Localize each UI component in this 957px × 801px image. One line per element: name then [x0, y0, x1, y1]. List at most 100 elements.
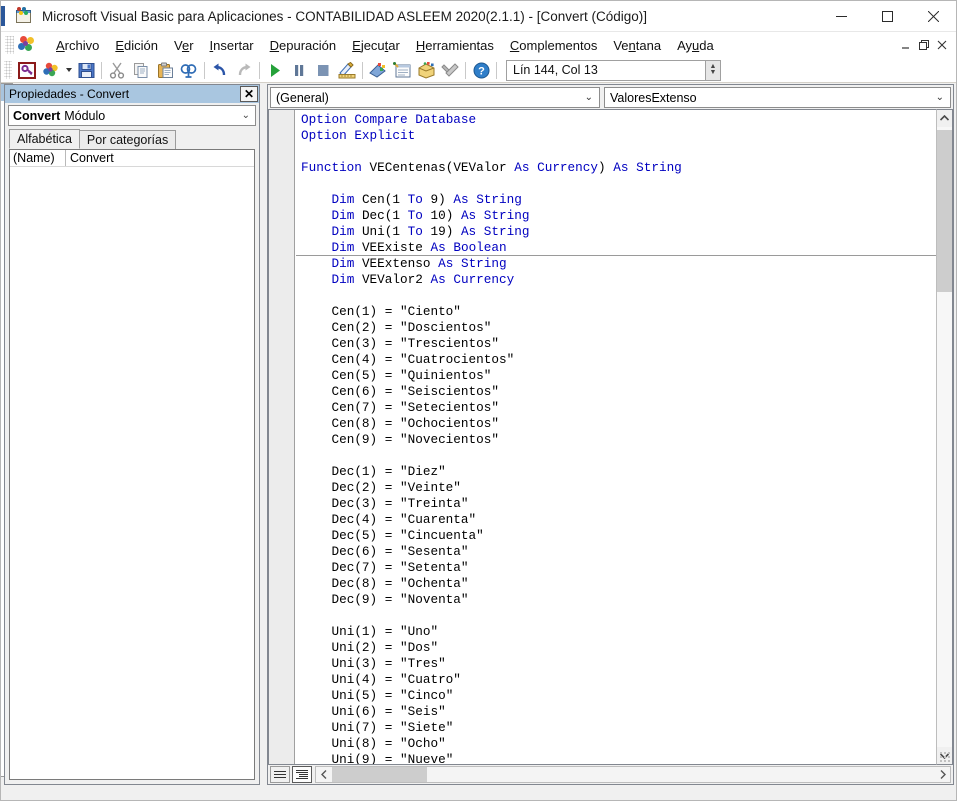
code-content[interactable]: Option Compare Database Option Explicit … — [301, 112, 936, 764]
object-combo[interactable]: (General) ⌄ — [270, 87, 600, 108]
code-keyword: As — [613, 160, 629, 175]
property-value[interactable]: Convert — [66, 150, 254, 166]
toolbox-icon[interactable] — [438, 59, 462, 81]
cut-icon[interactable] — [105, 59, 129, 81]
stop-icon[interactable] — [311, 59, 335, 81]
mdi-restore-button[interactable] — [916, 37, 932, 53]
menu-depuracion[interactable]: Depuración — [262, 35, 345, 56]
menu-archivo-rest: rchivo — [64, 37, 100, 53]
procedure-combo[interactable]: ValoresExtenso ⌄ — [604, 87, 951, 108]
properties-object-combo[interactable]: Convert Módulo ⌄ — [8, 105, 256, 126]
menu-ayuda[interactable]: Ayuda — [669, 35, 722, 56]
chevron-down-icon[interactable]: ⌄ — [936, 92, 944, 103]
code-keyword: As — [430, 272, 446, 287]
code-text-area[interactable]: Option Compare Database Option Explicit … — [268, 109, 936, 765]
code-window-combos: (General) ⌄ ValoresExtenso ⌄ — [268, 85, 953, 109]
position-spinner[interactable]: ▲ ▼ — [706, 59, 721, 81]
properties-window: Propiedades - Convert ✕ Convert Módulo ⌄… — [4, 84, 260, 785]
project-explorer-icon[interactable] — [366, 59, 390, 81]
code-horizontal-scrollbar[interactable] — [315, 766, 951, 783]
code-keyword: As — [460, 208, 477, 223]
code-keyword: Database — [415, 112, 477, 127]
close-icon[interactable]: ✕ — [240, 86, 258, 102]
menu-ver[interactable]: Ver — [166, 35, 202, 56]
window-controls — [818, 1, 956, 32]
menu-edicion-rest: dición — [124, 37, 158, 53]
mdi-close-button[interactable] — [934, 37, 950, 53]
code-keyword: Dim — [331, 224, 355, 239]
tab-alfabetica[interactable]: Alfabética — [9, 129, 80, 149]
table-row[interactable]: (Name) Convert — [10, 150, 254, 167]
horizontal-scroll-thumb[interactable] — [332, 767, 427, 782]
code-keyword: Dim — [331, 192, 355, 207]
properties-grid[interactable]: (Name) Convert — [9, 149, 255, 780]
vba-logo-icon — [16, 35, 38, 55]
code-keyword: As — [514, 160, 530, 175]
code-keyword: To — [407, 192, 423, 207]
code-keyword: To — [407, 208, 423, 223]
code-keyword: Dim — [331, 272, 355, 287]
menu-complementos[interactable]: Complementos — [502, 35, 605, 56]
chevron-down-icon[interactable]: ⌄ — [242, 110, 250, 121]
toolbar-separator-3 — [259, 61, 260, 79]
properties-titlebar[interactable]: Propiedades - Convert ✕ — [5, 85, 259, 103]
code-keyword: Currency — [453, 272, 515, 287]
vertical-scroll-track[interactable] — [937, 127, 952, 747]
procedure-view-icon[interactable] — [270, 766, 290, 783]
menu-herramientas[interactable]: Herramientas — [408, 35, 502, 56]
insert-object-dropdown-arrow[interactable] — [63, 59, 74, 81]
close-button[interactable] — [910, 1, 956, 32]
menu-ejecutar[interactable]: Ejecutar — [344, 35, 408, 56]
mdi-minimize-button[interactable] — [898, 37, 914, 53]
paste-icon[interactable] — [153, 59, 177, 81]
menu-archivo[interactable]: Archivo — [48, 35, 107, 56]
properties-title-text: Propiedades - Convert — [9, 87, 130, 101]
code-keyword: Option — [301, 128, 347, 143]
insert-object-icon[interactable] — [39, 59, 63, 81]
mdi-workspace: Propiedades - Convert ✕ Convert Módulo ⌄… — [1, 83, 956, 793]
window-title: Microsoft Visual Basic para Aplicaciones… — [42, 8, 647, 24]
menu-edicion[interactable]: Edición — [107, 35, 166, 56]
find-icon[interactable] — [177, 59, 201, 81]
save-icon[interactable] — [74, 59, 98, 81]
pause-icon[interactable] — [287, 59, 311, 81]
code-keyword: String — [476, 192, 522, 207]
code-keyword: As — [430, 240, 446, 255]
menubar-grip[interactable] — [5, 36, 14, 54]
code-vertical-scrollbar[interactable] — [936, 109, 953, 765]
redo-icon[interactable] — [232, 59, 256, 81]
menu-bar: Archivo Edición Ver Insertar Depuración … — [1, 32, 956, 58]
svg-text:?: ? — [478, 65, 485, 77]
help-icon[interactable]: ? — [469, 59, 493, 81]
menu-ejecutar-rest: jecu — [360, 37, 385, 53]
menu-depuracion-rest: epuración — [279, 37, 337, 53]
design-mode-icon[interactable] — [335, 59, 359, 81]
resize-grip[interactable] — [939, 751, 951, 763]
chevron-up-icon[interactable] — [937, 110, 952, 127]
minimize-button[interactable] — [818, 1, 864, 32]
menu-ventana[interactable]: Ventana — [605, 35, 669, 56]
margin-indicator-bar[interactable] — [269, 110, 295, 764]
chevron-down-icon[interactable]: ⌄ — [585, 92, 593, 103]
properties-window-icon[interactable] — [390, 59, 414, 81]
menu-insertar-rest: nsertar — [213, 37, 254, 53]
copy-icon[interactable] — [129, 59, 153, 81]
vba-editor-window: Microsoft Visual Basic para Aplicaciones… — [0, 0, 957, 801]
code-keyword: Option — [301, 112, 347, 127]
full-module-view-glyph — [296, 769, 308, 780]
code-keyword: String — [460, 256, 507, 271]
undo-icon[interactable] — [208, 59, 232, 81]
object-browser-icon[interactable] — [414, 59, 438, 81]
chevron-right-icon[interactable] — [934, 767, 950, 782]
toolbar-separator-1 — [101, 61, 102, 79]
menu-insertar[interactable]: Insertar — [202, 35, 262, 56]
view-excel-icon[interactable] — [15, 59, 39, 81]
toolbar-grip[interactable] — [4, 61, 12, 79]
menu-herramientas-rest: erramientas — [425, 37, 494, 53]
maximize-button[interactable] — [864, 1, 910, 32]
tab-por-categorias[interactable]: Por categorías — [78, 130, 177, 149]
vertical-scroll-thumb[interactable] — [937, 130, 952, 292]
chevron-left-icon[interactable] — [316, 767, 332, 782]
run-icon[interactable] — [263, 59, 287, 81]
full-module-view-icon[interactable] — [292, 766, 312, 783]
